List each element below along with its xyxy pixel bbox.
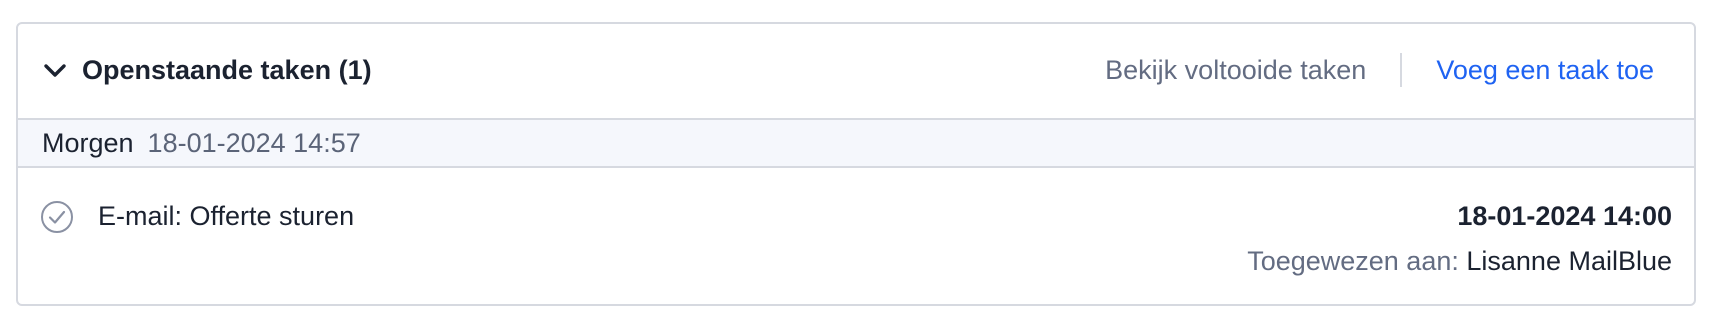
open-tasks-panel: Openstaande taken (1) Bekijk voltooide t… [16, 22, 1696, 306]
add-task-link[interactable]: Voeg een taak toe [1436, 55, 1654, 86]
chevron-down-icon[interactable] [40, 56, 70, 86]
header-actions: Bekijk voltooide taken Voeg een taak toe [1105, 50, 1654, 90]
view-completed-tasks-link[interactable]: Bekijk voltooide taken [1105, 55, 1366, 86]
header-divider [1400, 53, 1403, 87]
task-group-header: Morgen 18-01-2024 14:57 [18, 118, 1694, 168]
assignee-label: Toegewezen aan: [1247, 246, 1459, 276]
group-date: 18-01-2024 14:57 [147, 127, 361, 158]
task-assignee: Toegewezen aan: Lisanne MailBlue [1247, 243, 1672, 279]
check-circle-icon[interactable] [40, 200, 74, 234]
panel-header: Openstaande taken (1) Bekijk voltooide t… [18, 24, 1694, 118]
task-row: E-mail: Offerte sturen 18-01-2024 14:00 … [18, 168, 1694, 304]
task-due-date: 18-01-2024 14:00 [1457, 201, 1672, 231]
assignee-name: Lisanne MailBlue [1466, 246, 1672, 276]
panel-title: Openstaande taken (1) [82, 55, 372, 85]
task-title[interactable]: E-mail: Offerte sturen [98, 198, 354, 234]
group-label: Morgen [42, 127, 134, 158]
